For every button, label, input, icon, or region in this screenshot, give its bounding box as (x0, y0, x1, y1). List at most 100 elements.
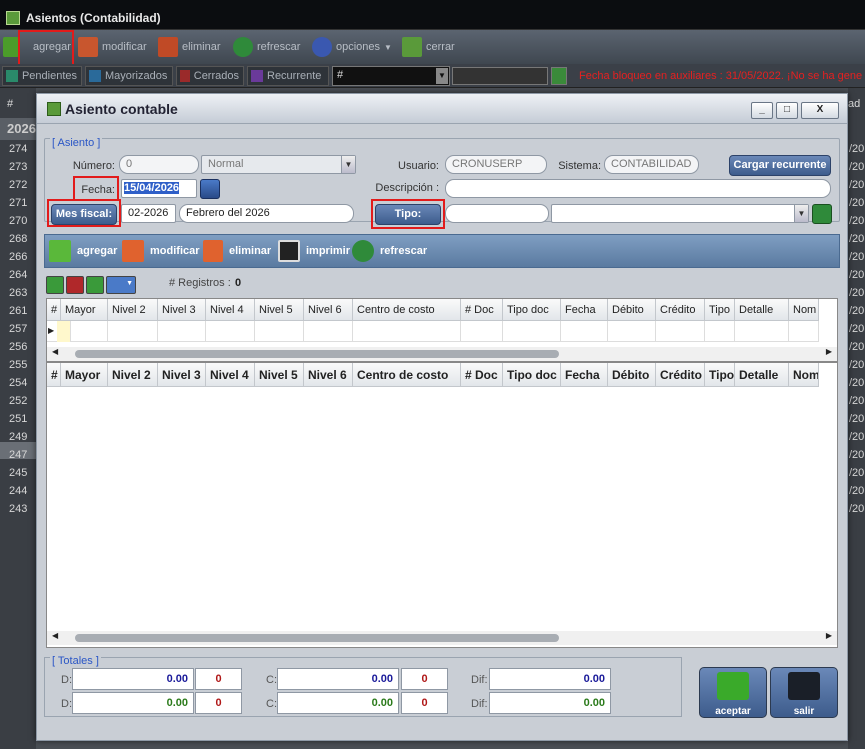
column-header[interactable]: # (47, 363, 61, 387)
detail-refrescar-button[interactable]: refrescar (352, 235, 427, 267)
maximize-button[interactable]: □ (776, 102, 798, 119)
column-header[interactable]: Tipo doc (503, 299, 561, 321)
detail-eliminar-button[interactable]: eliminar (203, 235, 271, 267)
sistema-field[interactable]: CONTABILIDAD (604, 155, 699, 174)
column-header[interactable]: Tipo (705, 363, 735, 387)
close-button[interactable]: X (801, 102, 839, 119)
numero-field[interactable]: 0 (119, 155, 199, 174)
tipo-asiento-select[interactable]: Normal ▼ (201, 155, 356, 174)
tab-recurrente[interactable]: Recurrente (247, 66, 329, 86)
grid-cell[interactable] (158, 321, 206, 342)
detail-agregar-button[interactable]: agregar (49, 235, 117, 267)
fecha-bloqueo-notice: Fecha bloqueo en auxiliares : 31/05/2022… (579, 70, 863, 82)
grid-1-hscroll[interactable]: ◀ ▶ (47, 347, 837, 361)
column-header[interactable]: Nivel 4 (206, 363, 255, 387)
eliminar-button[interactable]: eliminar (158, 30, 221, 64)
descripcion-field[interactable] (445, 179, 831, 198)
column-header[interactable]: Fecha (561, 299, 608, 321)
grid-cell[interactable] (503, 321, 561, 342)
numero-label: Número: (72, 160, 115, 172)
credito-total-2: 0.00 (277, 692, 399, 714)
detail-grid-2[interactable]: # Mayor Nivel 2 Nivel 3 Nivel 4 Nivel 5 Nivel … (46, 362, 838, 648)
grid-cell[interactable] (789, 321, 819, 342)
grid-cell[interactable] (461, 321, 503, 342)
grid-cell[interactable] (735, 321, 789, 342)
column-header[interactable]: Detalle (735, 299, 789, 321)
grid-cell[interactable] (353, 321, 461, 342)
column-header[interactable]: Nivel 3 (158, 299, 206, 321)
grid-cell[interactable] (608, 321, 656, 342)
pencil-icon (78, 37, 98, 57)
grid-cell[interactable] (656, 321, 705, 342)
tipo-field[interactable] (445, 204, 549, 223)
filter-input[interactable] (452, 67, 548, 85)
column-header[interactable]: Débito (608, 299, 656, 321)
usuario-field[interactable]: CRONUSERP (445, 155, 547, 174)
column-header[interactable]: Nom (789, 299, 819, 321)
grid-cell[interactable] (108, 321, 158, 342)
opciones-button[interactable]: opciones ▼ (312, 30, 392, 64)
detail-modificar-button[interactable]: modificar (122, 235, 200, 267)
filter-apply-icon[interactable] (551, 67, 567, 85)
refrescar-button[interactable]: refrescar (233, 30, 300, 64)
expand-icon[interactable] (46, 276, 64, 294)
minimize-button[interactable]: _ (751, 102, 773, 119)
column-header[interactable]: Nivel 3 (158, 363, 206, 387)
settings-icon[interactable]: ▼ (106, 276, 136, 294)
grid-cell[interactable] (705, 321, 735, 342)
grid-cell[interactable] (561, 321, 608, 342)
tab-mayorizados[interactable]: Mayorizados (85, 66, 173, 86)
detail-imprimir-button[interactable]: imprimir (278, 235, 350, 267)
column-header[interactable]: Nom (789, 363, 819, 387)
registros-count: 0 (235, 277, 242, 289)
refresh-tipo-icon[interactable] (812, 204, 832, 224)
column-header[interactable]: Nivel 2 (108, 299, 158, 321)
column-header[interactable]: Detalle (735, 363, 789, 387)
column-header[interactable]: Nivel 5 (255, 299, 304, 321)
column-header[interactable]: Fecha (561, 363, 608, 387)
calendar-icon[interactable] (200, 179, 220, 199)
background-row-fragment: /20 (849, 215, 865, 227)
detail-grid-1[interactable]: # Mayor Nivel 2 Nivel 3 Nivel 4 Nivel 5 Nivel … (46, 298, 838, 362)
descripcion-label: Descripción : (375, 182, 439, 194)
column-header[interactable]: # (47, 299, 61, 321)
column-header[interactable]: Nivel 5 (255, 363, 304, 387)
column-header[interactable]: # Doc (461, 299, 503, 321)
hash-filter-select[interactable]: # ▼ (332, 66, 450, 86)
column-header[interactable]: Nivel 4 (206, 299, 255, 321)
cargar-recurrente-button[interactable]: Cargar recurrente (729, 155, 831, 176)
column-header[interactable]: Débito (608, 363, 656, 387)
background-row-number: 251 (9, 413, 28, 425)
column-header[interactable]: Mayor (61, 363, 108, 387)
fecha-field[interactable]: 15/04/2026 (121, 179, 197, 198)
column-header[interactable]: Nivel 6 (304, 299, 353, 321)
background-row-number: 272 (9, 179, 28, 191)
column-header[interactable]: Nivel 2 (108, 363, 158, 387)
modificar-button[interactable]: modificar (78, 30, 147, 64)
tab-cerrados[interactable]: Cerrados (176, 66, 244, 86)
cerrar-button[interactable]: cerrar (402, 30, 455, 64)
mes-field[interactable]: 02-2026 (121, 204, 176, 223)
export-icon[interactable] (86, 276, 104, 294)
grid-cell[interactable] (206, 321, 255, 342)
background-row-number: 244 (9, 485, 28, 497)
background-row-number: 268 (9, 233, 28, 245)
column-header[interactable]: Tipo (705, 299, 735, 321)
column-header[interactable]: Centro de costo (353, 363, 461, 387)
column-header[interactable]: Nivel 6 (304, 363, 353, 387)
column-header[interactable]: Crédito (656, 363, 705, 387)
column-header[interactable]: Tipo doc (503, 363, 561, 387)
grid-cell[interactable] (304, 321, 353, 342)
tipo-select[interactable]: ▼ (551, 204, 809, 223)
grid-2-hscroll[interactable]: ◀ ▶ (47, 631, 837, 645)
grid-cell[interactable] (255, 321, 304, 342)
column-header[interactable]: Mayor (61, 299, 108, 321)
salir-button[interactable]: salir (770, 667, 838, 718)
magnet-icon[interactable] (66, 276, 84, 294)
background-row-fragment: /20 (849, 287, 865, 299)
column-header[interactable]: # Doc (461, 363, 503, 387)
aceptar-button[interactable]: aceptar (699, 667, 767, 718)
column-header[interactable]: Centro de costo (353, 299, 461, 321)
tab-pendientes[interactable]: Pendientes (2, 66, 82, 86)
column-header[interactable]: Crédito (656, 299, 705, 321)
